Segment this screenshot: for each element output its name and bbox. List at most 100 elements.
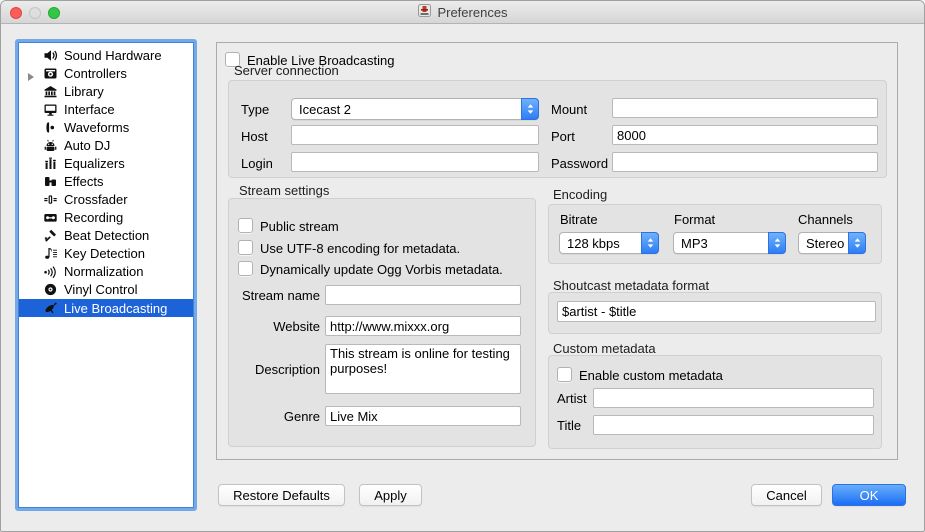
sidebar-item-label: Normalization [64, 264, 143, 279]
sidebar-item-waveforms[interactable]: Waveforms [19, 118, 193, 136]
utf8-metadata-label: Use UTF-8 encoding for metadata. [260, 241, 460, 256]
ok-button[interactable]: OK [832, 484, 906, 506]
sidebar-item-label: Equalizers [64, 156, 125, 171]
app-icon [417, 3, 432, 21]
sidebar-item-normalization[interactable]: Normalization [19, 262, 193, 280]
sidebar-item-equalizers[interactable]: Equalizers [19, 154, 193, 172]
public-stream-checkbox[interactable] [238, 218, 253, 233]
controller-icon [42, 66, 58, 81]
effects-icon [42, 174, 58, 189]
enable-custom-metadata-label: Enable custom metadata [579, 368, 723, 383]
title-input[interactable] [593, 415, 874, 435]
sidebar-item-effects[interactable]: Effects [19, 172, 193, 190]
sidebar-item-recording[interactable]: Recording [19, 208, 193, 226]
vinyl-icon [42, 282, 58, 297]
sidebar-item-interface[interactable]: Interface [19, 100, 193, 118]
shoutcast-metadata-title: Shoutcast metadata format [553, 278, 709, 293]
sidebar-item-controllers[interactable]: Controllers [19, 64, 193, 82]
sidebar-item-beat-detection[interactable]: Beat Detection [19, 226, 193, 244]
music-note-icon [42, 246, 58, 261]
bitrate-select[interactable]: 128 kbps [559, 232, 659, 254]
website-label: Website [231, 319, 320, 334]
utf8-metadata-checkbox[interactable] [238, 240, 253, 255]
title-bar[interactable]: Preferences [1, 1, 924, 24]
monitor-icon [42, 102, 58, 117]
format-select[interactable]: MP3 [673, 232, 786, 254]
sidebar-item-sound-hardware[interactable]: Sound Hardware [19, 46, 193, 64]
updown-arrows-icon [641, 232, 659, 254]
sidebar-item-label: Auto DJ [64, 138, 110, 153]
preferences-window: Preferences Sound Hardware Controllers L… [0, 0, 925, 532]
genre-label: Genre [231, 409, 320, 424]
artist-label: Artist [557, 391, 587, 406]
stream-name-input[interactable] [325, 285, 521, 305]
login-input[interactable] [291, 152, 539, 172]
login-label: Login [241, 156, 273, 171]
type-select[interactable]: Icecast 2 [291, 98, 539, 120]
port-input[interactable] [612, 125, 878, 145]
server-connection-title: Server connection [234, 63, 339, 78]
description-input[interactable]: This stream is online for testing purpos… [325, 344, 521, 394]
public-stream-label: Public stream [260, 219, 339, 234]
sidebar-item-live-broadcasting[interactable]: Live Broadcasting [19, 299, 193, 317]
restore-defaults-button[interactable]: Restore Defaults [218, 484, 345, 506]
channels-label: Channels [798, 212, 853, 227]
sidebar-item-auto-dj[interactable]: Auto DJ [19, 136, 193, 154]
custom-metadata-title: Custom metadata [553, 341, 656, 356]
waveform-icon [42, 120, 58, 135]
mount-label: Mount [551, 102, 587, 117]
speaker-icon [42, 48, 58, 63]
ogg-vorbis-label: Dynamically update Ogg Vorbis metadata. [260, 262, 503, 277]
shoutcast-format-input[interactable] [557, 301, 876, 322]
artist-input[interactable] [593, 388, 874, 408]
type-select-value: Icecast 2 [299, 102, 351, 117]
title-label: Title [557, 418, 581, 433]
mount-input[interactable] [612, 98, 878, 118]
host-input[interactable] [291, 125, 539, 145]
enable-custom-metadata-checkbox[interactable] [557, 367, 572, 382]
crossfader-icon [42, 192, 58, 207]
type-label: Type [241, 102, 269, 117]
minimize-button[interactable] [29, 7, 41, 19]
sound-waves-icon [42, 264, 58, 279]
cancel-button[interactable]: Cancel [751, 484, 822, 506]
apply-button[interactable]: Apply [359, 484, 422, 506]
website-input[interactable] [325, 316, 521, 336]
genre-input[interactable] [325, 406, 521, 426]
password-label: Password [551, 156, 608, 171]
robot-icon [42, 138, 58, 153]
sidebar-item-label: Interface [64, 102, 115, 117]
chevron-right-icon[interactable] [27, 69, 35, 77]
stream-name-label: Stream name [231, 288, 320, 303]
channels-select-value: Stereo [806, 236, 844, 251]
host-label: Host [241, 129, 268, 144]
format-label: Format [674, 212, 715, 227]
stream-settings-title: Stream settings [239, 183, 329, 198]
bitrate-label: Bitrate [560, 212, 598, 227]
sidebar-item-crossfader[interactable]: Crossfader [19, 190, 193, 208]
channels-select[interactable]: Stereo [798, 232, 866, 254]
sidebar-item-label: Effects [64, 174, 104, 189]
sidebar-item-vinyl-control[interactable]: Vinyl Control [19, 280, 193, 298]
sidebar-item-label: Live Broadcasting [64, 301, 167, 316]
library-icon [42, 84, 58, 99]
sidebar-item-label: Key Detection [64, 246, 145, 261]
updown-arrows-icon [848, 232, 866, 254]
close-button[interactable] [10, 7, 22, 19]
sidebar-item-key-detection[interactable]: Key Detection [19, 244, 193, 262]
format-select-value: MP3 [681, 236, 708, 251]
satellite-dish-icon [42, 301, 58, 316]
sidebar-item-label: Crossfader [64, 192, 128, 207]
password-input[interactable] [612, 152, 878, 172]
port-label: Port [551, 129, 575, 144]
sidebar-item-label: Vinyl Control [64, 282, 137, 297]
updown-arrows-icon [768, 232, 786, 254]
sidebar-item-label: Sound Hardware [64, 48, 162, 63]
equalizer-icon [42, 156, 58, 171]
window-title: Preferences [437, 5, 507, 20]
sidebar-item-library[interactable]: Library [19, 82, 193, 100]
ogg-vorbis-checkbox[interactable] [238, 261, 253, 276]
bitrate-select-value: 128 kbps [567, 236, 620, 251]
zoom-button[interactable] [48, 7, 60, 19]
sidebar-item-label: Waveforms [64, 120, 129, 135]
